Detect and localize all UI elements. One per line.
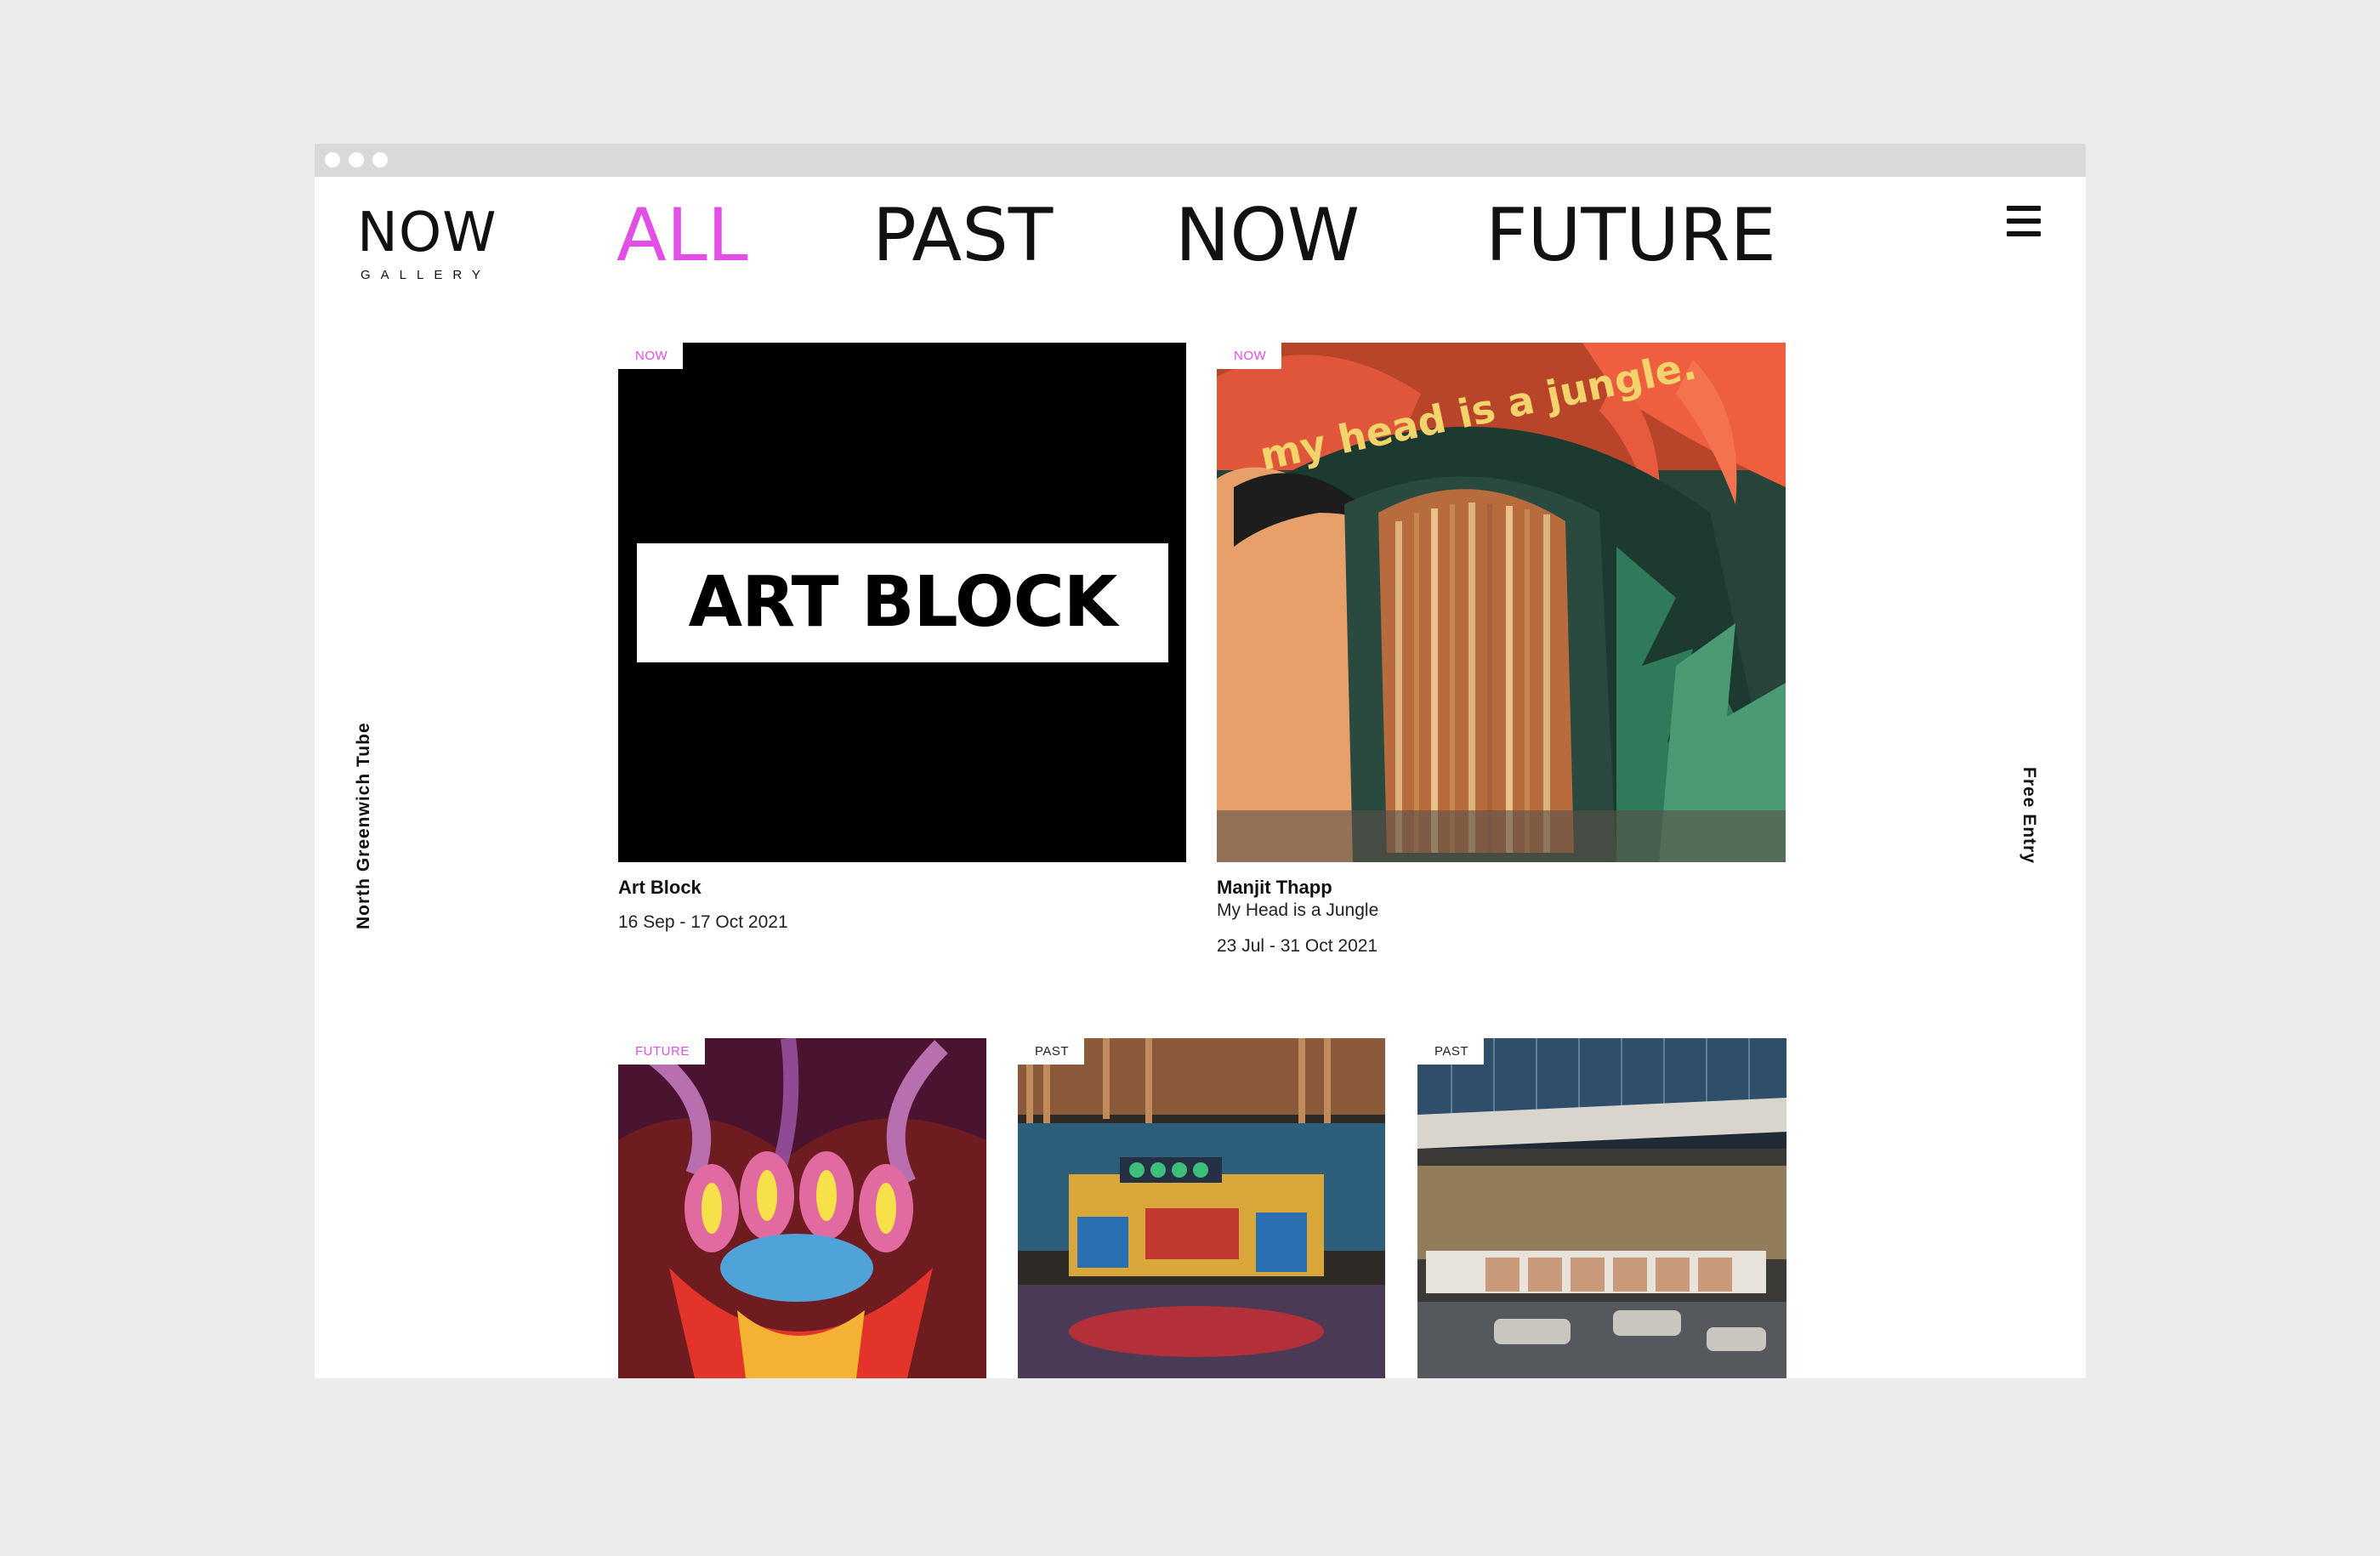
exhibition-title[interactable]: Art Block: [618, 877, 702, 899]
exhibition-card-my-head-is-a-jungle[interactable]: my head is a jungle. NOW: [1217, 343, 1786, 862]
gallery-logo[interactable]: NOW GALLERY: [357, 203, 519, 288]
exhibition-card-past-interior[interactable]: PAST: [1018, 1038, 1385, 1378]
exhibition-date: 16 Sep - 17 Oct 2021: [618, 912, 788, 932]
nav-item-all[interactable]: ALL: [616, 193, 748, 278]
jungle-artwork-image: my head is a jungle.: [1217, 343, 1786, 862]
browser-window: NOW GALLERY ALL PAST NOW FUTURE North Gr…: [315, 144, 2086, 1378]
side-label-entry: Free Entry: [2019, 767, 2039, 864]
side-label-transport: North Greenwich Tube: [354, 722, 373, 929]
exhibition-card-past-exterior[interactable]: PAST: [1417, 1038, 1786, 1378]
window-dot-icon: [349, 152, 364, 168]
window-dot-icon: [325, 152, 340, 168]
gallery-interior-image: [1018, 1038, 1385, 1378]
nav-item-future[interactable]: FUTURE: [1485, 193, 1776, 278]
logo-word: NOW: [357, 202, 497, 264]
browser-titlebar: [315, 144, 2086, 177]
logo-subtitle: GALLERY: [361, 268, 491, 282]
nav-item-now[interactable]: NOW: [1175, 193, 1360, 278]
status-tag: PAST: [1417, 1038, 1485, 1065]
exhibition-subtitle: My Head is a Jungle: [1217, 900, 1379, 920]
beaded-sculpture-image: [618, 1038, 986, 1378]
exhibition-card-art-block[interactable]: ART BLOCK NOW: [618, 343, 1186, 862]
hamburger-menu-icon[interactable]: [2007, 206, 2044, 236]
status-tag: FUTURE: [618, 1038, 705, 1065]
nav-item-past[interactable]: PAST: [872, 193, 1053, 278]
status-tag: NOW: [1217, 343, 1282, 369]
gallery-exterior-image: [1417, 1038, 1786, 1378]
exhibition-title[interactable]: Manjit Thapp: [1217, 877, 1332, 899]
art-block-banner-text: ART BLOCK: [688, 562, 1118, 643]
art-block-banner: ART BLOCK: [637, 543, 1168, 662]
exhibition-date: 23 Jul - 31 Oct 2021: [1217, 936, 1378, 956]
status-tag: PAST: [1018, 1038, 1085, 1065]
window-dot-icon: [372, 152, 388, 168]
status-tag: NOW: [618, 343, 684, 369]
exhibition-card-future[interactable]: FUTURE: [618, 1038, 986, 1378]
